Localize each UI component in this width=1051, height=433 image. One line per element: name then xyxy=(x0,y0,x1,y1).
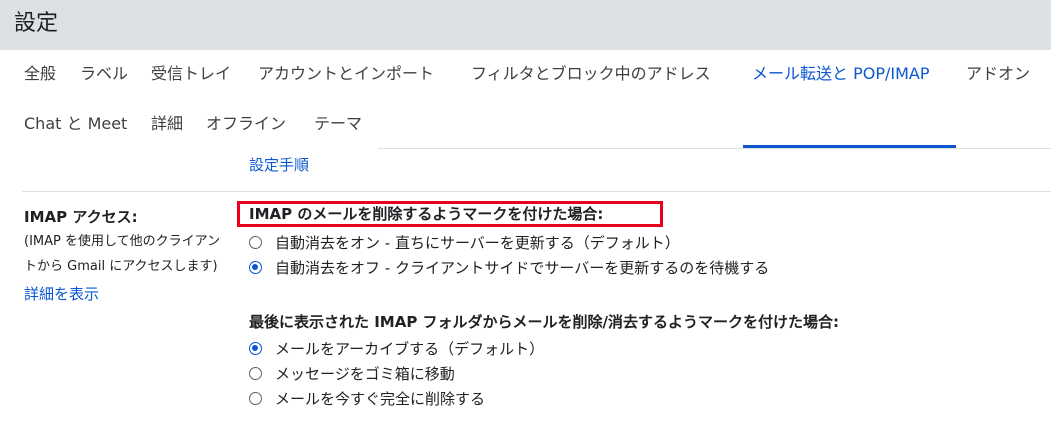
tab-forwarding-pop-imap[interactable]: メール転送と POP/IMAP xyxy=(752,62,930,86)
page-title: 設定 xyxy=(14,11,59,36)
delete-forever-label: メールを今すぐ完全に削除する xyxy=(275,389,486,408)
radio-delete-forever[interactable] xyxy=(249,391,262,405)
move-to-trash-option[interactable]: メッセージをゴミ箱に移動 xyxy=(249,361,455,385)
delete-forever-option[interactable]: メールを今すぐ完全に削除する xyxy=(249,386,485,410)
setup-instructions-link[interactable]: 設定手順 xyxy=(249,154,309,176)
section-divider xyxy=(22,191,1051,192)
imap-description-line2: トから Gmail にアクセスします) xyxy=(24,259,218,274)
radio-move-to-trash[interactable] xyxy=(249,366,262,380)
learn-more-link[interactable]: 詳細を表示 xyxy=(24,283,99,305)
auto-expunge-on-option[interactable]: 自動消去をオン - 直ちにサーバーを更新する（デフォルト） xyxy=(249,230,680,254)
tab-offline[interactable]: オフライン xyxy=(206,112,286,136)
radio-archive[interactable] xyxy=(249,341,262,355)
radio-auto-expunge-on[interactable] xyxy=(249,235,262,249)
imap-description-line1: (IMAP を使用して他のクライアン xyxy=(24,234,221,249)
move-to-trash-label: メッセージをゴミ箱に移動 xyxy=(275,364,455,383)
tabs-divider xyxy=(378,148,1051,149)
archive-option[interactable]: メールをアーカイブする（デフォルト） xyxy=(249,336,544,360)
radio-auto-expunge-off[interactable] xyxy=(249,260,262,274)
archive-label: メールをアーカイブする（デフォルト） xyxy=(275,339,545,358)
auto-expunge-off-option[interactable]: 自動消去をオフ - クライアントサイドでサーバーを更新するのを待機する xyxy=(249,255,769,279)
imap-access-title: IMAP アクセス: xyxy=(24,208,138,226)
heading-highlight-box xyxy=(237,201,663,227)
tab-filters-blocked[interactable]: フィルタとブロック中のアドレス xyxy=(471,62,711,86)
settings-tabs: 全般 ラベル 受信トレイ アカウントとインポート フィルタとブロック中のアドレス… xyxy=(0,50,1051,150)
auto-expunge-on-label: 自動消去をオン - 直ちにサーバーを更新する（デフォルト） xyxy=(275,233,680,252)
settings-header: 設定 xyxy=(0,0,1051,50)
tab-general[interactable]: 全般 xyxy=(24,62,56,86)
tab-chat-meet[interactable]: Chat と Meet xyxy=(24,112,127,136)
tab-addons[interactable]: アドオン xyxy=(966,62,1030,86)
tab-accounts-import[interactable]: アカウントとインポート xyxy=(258,62,434,86)
tab-labels[interactable]: ラベル xyxy=(80,62,128,86)
tab-advanced[interactable]: 詳細 xyxy=(151,112,183,136)
expunge-behavior-heading: 最後に表示された IMAP フォルダからメールを削除/消去するようマークを付けた… xyxy=(249,313,840,331)
tab-inbox[interactable]: 受信トレイ xyxy=(151,62,231,86)
auto-expunge-off-label: 自動消去をオフ - クライアントサイドでサーバーを更新するのを待機する xyxy=(275,258,770,277)
tab-themes[interactable]: テーマ xyxy=(314,112,362,136)
